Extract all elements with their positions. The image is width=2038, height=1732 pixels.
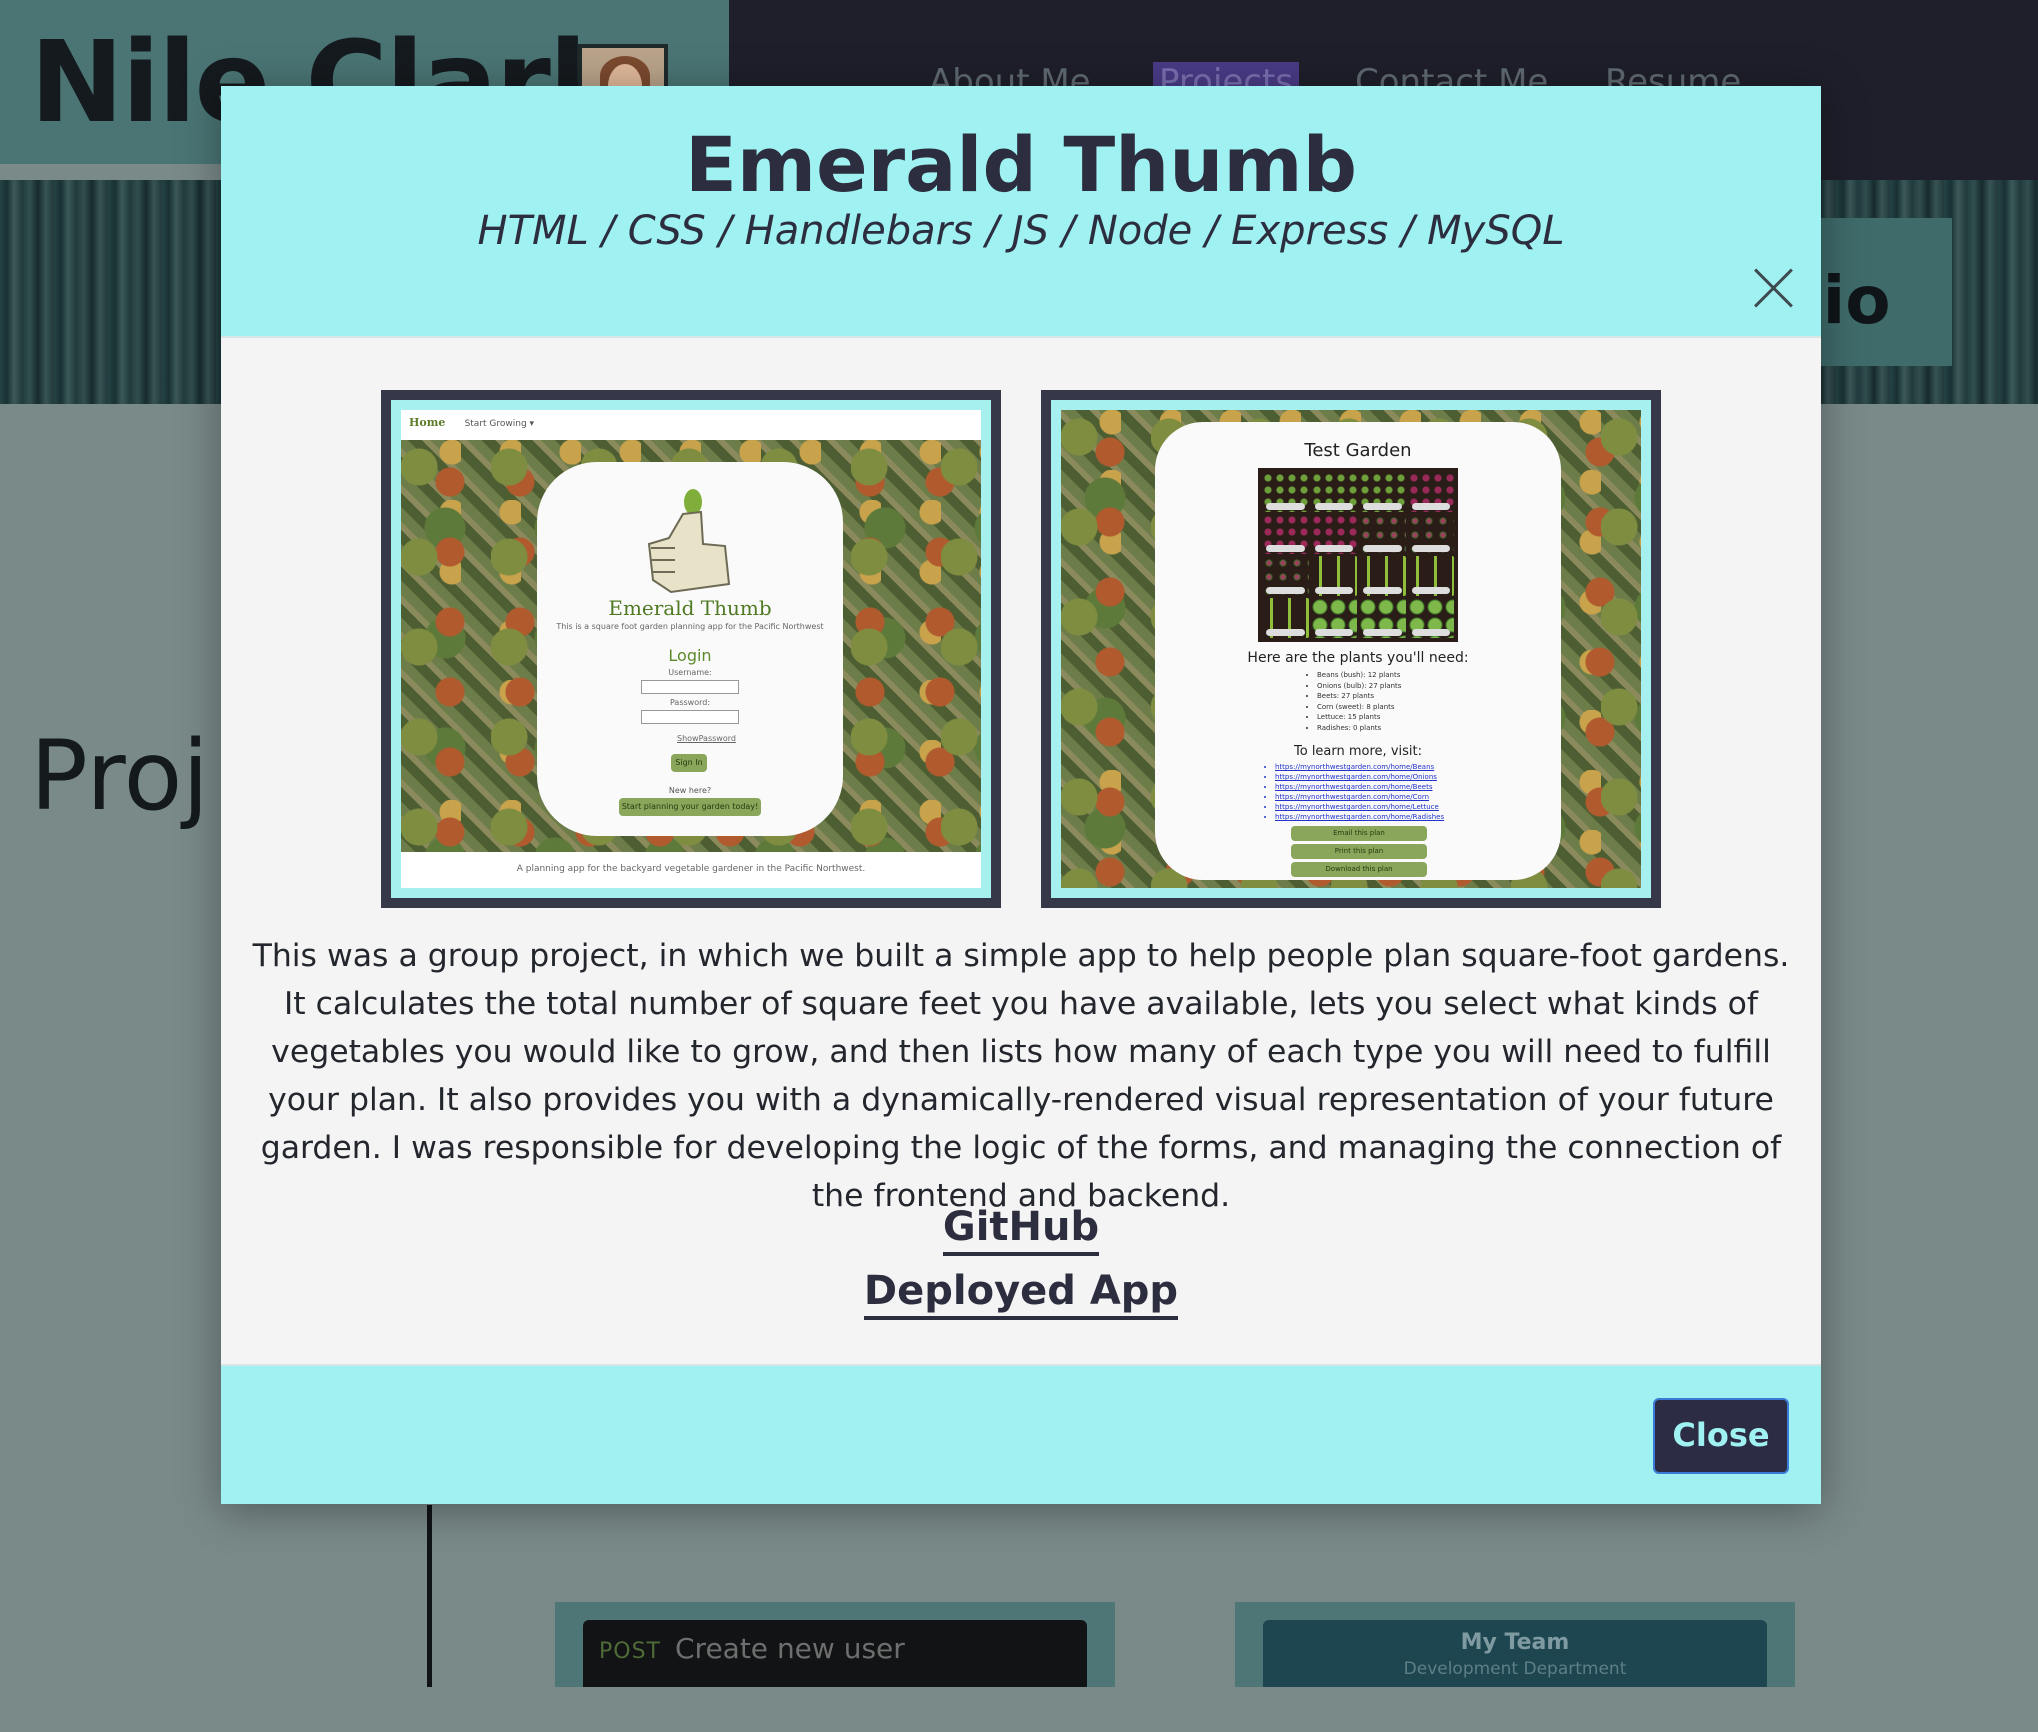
mock-home-link: Home bbox=[409, 416, 446, 429]
mock-menu: Start Growing ▾ bbox=[464, 419, 535, 429]
deployed-app-link: Deployed App bbox=[221, 1268, 1821, 1320]
mock-password-input bbox=[641, 710, 739, 724]
modal-title: Emerald Thumb bbox=[685, 120, 1357, 209]
modal-footer: Close bbox=[221, 1364, 1821, 1504]
mock-garden-title: Test Garden bbox=[1304, 440, 1412, 461]
garden-grid bbox=[1258, 468, 1458, 642]
mock-footer: A planning app for the backyard vegetabl… bbox=[401, 852, 981, 888]
close-button[interactable]: Close bbox=[1653, 1398, 1789, 1474]
list-item: https://mynorthwestgarden.com/home/Beets bbox=[1275, 782, 1444, 792]
mock-show-password: ShowPassword bbox=[677, 734, 736, 743]
list-item: Beans (bush): 12 plants bbox=[1317, 670, 1401, 681]
mock-login-heading: Login bbox=[668, 646, 712, 665]
list-item: Onions (bulb): 27 plants bbox=[1317, 681, 1401, 692]
list-item: https://mynorthwestgarden.com/home/Onion… bbox=[1275, 772, 1444, 782]
close-icon[interactable] bbox=[1751, 266, 1797, 312]
mock-new-here: New here? bbox=[668, 786, 712, 795]
mock-login-card: Emerald Thumb This is a square foot gard… bbox=[537, 462, 843, 836]
mock-username-label: Username: bbox=[668, 668, 712, 677]
github-link: GitHub bbox=[221, 1204, 1821, 1256]
deployed-app-link-text[interactable]: Deployed App bbox=[863, 1268, 1179, 1320]
mock-sign-in: Sign In bbox=[671, 754, 707, 772]
screenshot-garden-plan: Test Garden Here are the plants you'll n… bbox=[1041, 390, 1661, 908]
list-item: Lettuce: 15 plants bbox=[1317, 712, 1401, 723]
mock-password-label: Password: bbox=[669, 698, 711, 707]
project-description: This was a group project, in which we bu… bbox=[252, 938, 1790, 1214]
screenshot-gallery: Home Start Growing ▾ Emerald Thumb This … bbox=[381, 390, 1661, 908]
mock-download-button: Download this plan bbox=[1291, 862, 1427, 877]
tech-stack: HTML / CSS / Handlebars / JS / Node / Ex… bbox=[477, 208, 1565, 254]
list-item: Beets: 27 plants bbox=[1317, 691, 1401, 702]
list-item: https://mynorthwestgarden.com/home/Beans bbox=[1275, 762, 1444, 772]
mock-garden-card: Test Garden Here are the plants you'll n… bbox=[1155, 422, 1561, 880]
mock-username-input bbox=[641, 680, 739, 694]
mock-plant-list: Beans (bush): 12 plants Onions (bulb): 2… bbox=[1317, 670, 1401, 733]
mock-navbar: Home Start Growing ▾ bbox=[401, 410, 981, 440]
list-item: Radishes: 0 plants bbox=[1317, 723, 1401, 734]
mock-print-button: Print this plan bbox=[1291, 844, 1427, 859]
mock-plants-heading: Here are the plants you'll need: bbox=[1247, 650, 1469, 666]
list-item: https://mynorthwestgarden.com/home/Lettu… bbox=[1275, 802, 1444, 812]
mock-link-list: https://mynorthwestgarden.com/home/Beans… bbox=[1275, 762, 1444, 822]
thumbs-up-icon bbox=[647, 489, 731, 594]
github-link-text[interactable]: GitHub bbox=[942, 1204, 1100, 1256]
mock-email-button: Email this plan bbox=[1291, 826, 1427, 841]
modal-header: Emerald Thumb HTML / CSS / Handlebars / … bbox=[221, 86, 1821, 338]
mock-learn-heading: To learn more, visit: bbox=[1294, 744, 1422, 759]
list-item: https://mynorthwestgarden.com/home/Radis… bbox=[1275, 812, 1444, 822]
list-item: https://mynorthwestgarden.com/home/Corn bbox=[1275, 792, 1444, 802]
project-modal: Emerald Thumb HTML / CSS / Handlebars / … bbox=[221, 86, 1821, 1504]
list-item: Corn (sweet): 8 plants bbox=[1317, 702, 1401, 713]
mock-cta: Start planning your garden today! bbox=[619, 798, 761, 816]
mock-brand: Emerald Thumb bbox=[608, 596, 772, 620]
screenshot-login: Home Start Growing ▾ Emerald Thumb This … bbox=[381, 390, 1001, 908]
mock-tagline: This is a square foot garden planning ap… bbox=[556, 622, 824, 631]
